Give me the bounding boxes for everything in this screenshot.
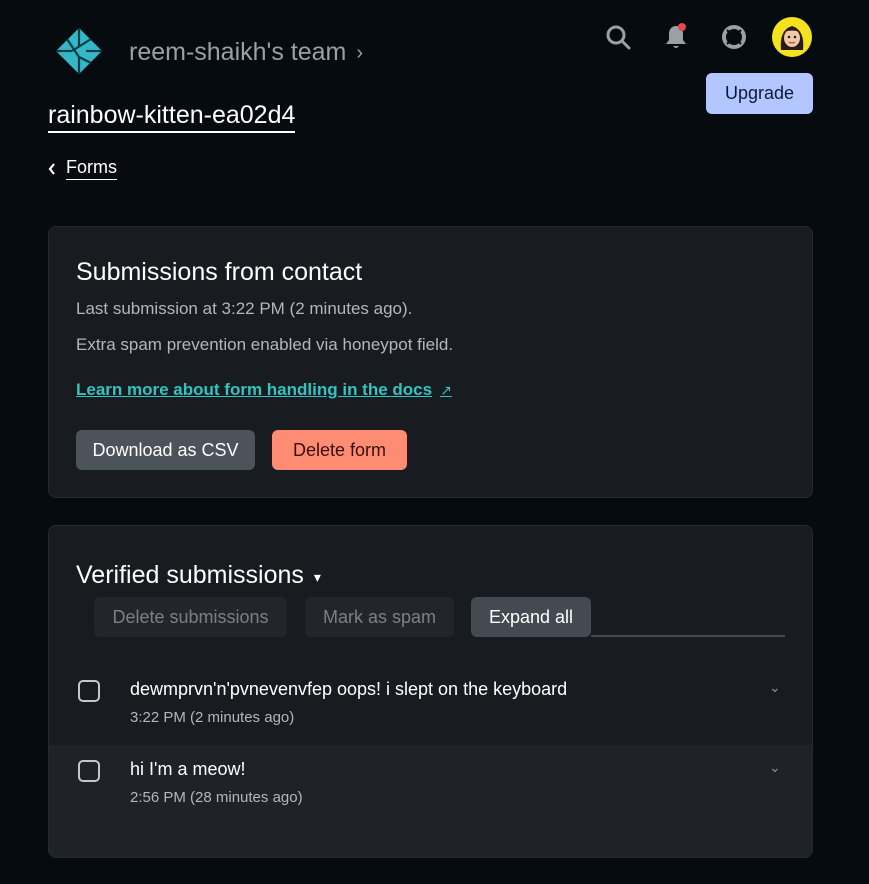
docs-link[interactable]: Learn more about form handling in the do… — [76, 380, 452, 400]
chevron-down-icon[interactable]: ⌄ — [769, 759, 781, 776]
submission-text: dewmprvn'n'pvnevenvfep oops! i slept on … — [130, 679, 568, 699]
form-title: Submissions from contact — [76, 258, 363, 286]
mark-as-spam-button[interactable]: Mark as spam — [305, 597, 454, 637]
submission-checkbox[interactable] — [78, 760, 100, 782]
submission-text: hi I'm a meow! — [130, 759, 246, 779]
netlify-logo[interactable] — [55, 27, 103, 75]
help-icon[interactable] — [716, 19, 752, 55]
external-link-icon: ↗ — [440, 381, 452, 398]
submission-time: 2:56 PM (28 minutes ago) — [130, 789, 303, 806]
back-to-forms-link[interactable]: Forms — [48, 157, 117, 180]
submissions-filter-dropdown[interactable]: Verified submissions ▾ — [76, 561, 321, 590]
download-csv-button[interactable]: Download as CSV — [76, 430, 255, 470]
docs-link-label: Learn more about form handling in the do… — [76, 380, 433, 399]
delete-form-button[interactable]: Delete form — [272, 430, 407, 470]
spam-prevention-text: Extra spam prevention enabled via honeyp… — [76, 335, 454, 354]
submission-time: 3:22 PM (2 minutes ago) — [130, 709, 295, 726]
chevron-left-icon — [48, 162, 55, 175]
last-submission-text: Last submission at 3:22 PM (2 minutes ag… — [76, 299, 413, 318]
list-footer — [49, 825, 812, 857]
form-summary-card: Submissions from contact Last submission… — [48, 226, 813, 498]
back-link-label: Forms — [66, 157, 117, 180]
submissions-card: Verified submissions ▾ Delete submission… — [48, 525, 813, 858]
submission-checkbox[interactable] — [78, 680, 100, 702]
submission-row[interactable]: dewmprvn'n'pvnevenvfep oops! i slept on … — [49, 665, 812, 745]
upgrade-button[interactable]: Upgrade — [706, 73, 813, 114]
toolbar-divider — [591, 635, 785, 637]
chevron-down-icon[interactable]: ⌄ — [769, 679, 781, 696]
expand-all-button[interactable]: Expand all — [471, 597, 591, 637]
bell-icon[interactable] — [658, 19, 694, 55]
team-switcher[interactable]: reem-shaikh's team › — [129, 38, 363, 67]
submissions-title: Verified submissions — [76, 561, 304, 589]
team-name: reem-shaikh's team — [129, 38, 347, 66]
search-icon[interactable] — [600, 19, 636, 55]
site-name[interactable]: rainbow-kitten-ea02d4 — [48, 100, 296, 133]
delete-submissions-button[interactable]: Delete submissions — [94, 597, 287, 637]
submission-row[interactable]: hi I'm a meow! 2:56 PM (28 minutes ago) … — [49, 745, 812, 825]
chevron-down-icon: ▾ — [313, 569, 321, 585]
chevron-right-icon: › — [356, 42, 364, 64]
avatar[interactable] — [772, 17, 812, 57]
